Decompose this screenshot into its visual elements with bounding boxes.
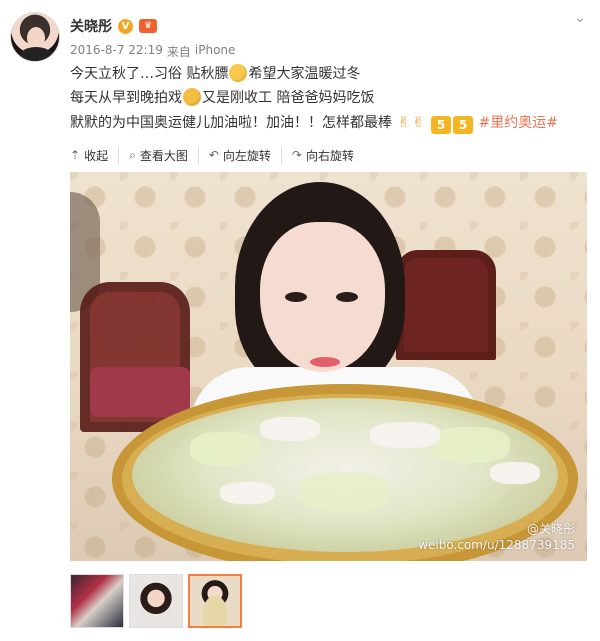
rotate-right-button[interactable]: ↷ 向右旋转 (280, 146, 364, 164)
avatar-face (27, 27, 45, 49)
image-toolbar: ⇡ 收起 ⌕ 查看大图 ↶ 向左旋转 ↷ 向右旋转 (70, 144, 364, 166)
verified-icon[interactable]: V (118, 18, 133, 34)
tired-emoji-icon (183, 88, 201, 106)
girl-eye-left (285, 292, 307, 302)
post-line-1: 今天立秋了…习俗 贴秋膘 希望大家温暖过冬 (70, 64, 361, 82)
post-date[interactable]: 2016-8-7 22:19 (70, 43, 163, 60)
cabbage (190, 432, 260, 466)
pork-slice (370, 422, 440, 448)
magnifier-icon: ⌕ (129, 147, 136, 162)
topic-link[interactable]: #里约奥运# (479, 115, 558, 131)
post-source[interactable]: iPhone (195, 43, 236, 60)
pork-slice (490, 462, 540, 484)
rotate-left-button[interactable]: ↶ 向左旋转 (197, 146, 281, 164)
view-large-button[interactable]: ⌕ 查看大图 (118, 146, 198, 164)
rotate-left-icon: ↶ (208, 148, 219, 162)
thumbnail-strip (70, 574, 242, 628)
collapse-button[interactable]: ⇡ 收起 (70, 147, 118, 164)
pork-slice (220, 482, 275, 504)
victory-hand-icon: ✌ (397, 113, 411, 131)
cushion (90, 367, 190, 417)
post-line-2: 每天从早到晚拍戏 又是刚收工 陪爸爸妈妈吃饭 (70, 88, 375, 106)
member-crown-icon[interactable]: ♛ (139, 19, 157, 33)
post-line-3: 默默的为中国奥运健儿加油啦！加油！！怎样都最棒 ✌ ✌ 55 #里约奥运# (70, 110, 590, 135)
post-header: 关晓彤 V ♛ (70, 14, 157, 38)
avatar[interactable] (10, 12, 60, 62)
arrow-up-icon: ⇡ (70, 148, 81, 162)
cabbage (300, 472, 390, 512)
thumbnail-3-selected[interactable] (188, 574, 242, 628)
chevron-down-icon[interactable]: ⌄ (572, 10, 588, 26)
thumbnail-2[interactable] (129, 574, 183, 628)
avatar-body (19, 47, 53, 61)
smile-emoji-icon (229, 64, 248, 82)
thumbnail-1[interactable] (70, 574, 124, 628)
five-badge-icon: 5 (431, 116, 452, 134)
rotate-right-icon: ↷ (291, 148, 302, 162)
username[interactable]: 关晓彤 (70, 16, 112, 36)
source-prefix: 来自 (166, 45, 191, 59)
cabbage (430, 427, 510, 463)
pork-slice (260, 417, 320, 441)
right-chair (396, 250, 496, 360)
post-meta: 2016-8-7 22:19 来自 iPhone (70, 43, 235, 60)
girl-lips (310, 357, 340, 367)
post-photo[interactable]: @关晓彤 weibo.com/u/1288739185 (70, 172, 587, 561)
photo-watermark: @关晓彤 weibo.com/u/1288739185 (418, 522, 575, 552)
five-badge-icon: 5 (453, 116, 474, 134)
victory-hand-icon: ✌ (412, 113, 425, 131)
girl-face (260, 222, 385, 372)
girl-eye-right (336, 292, 358, 302)
post-text: 今天立秋了…习俗 贴秋膘 希望大家温暖过冬 每天从早到晚拍戏 又是刚收工 陪爸爸妈妈… (70, 62, 590, 135)
